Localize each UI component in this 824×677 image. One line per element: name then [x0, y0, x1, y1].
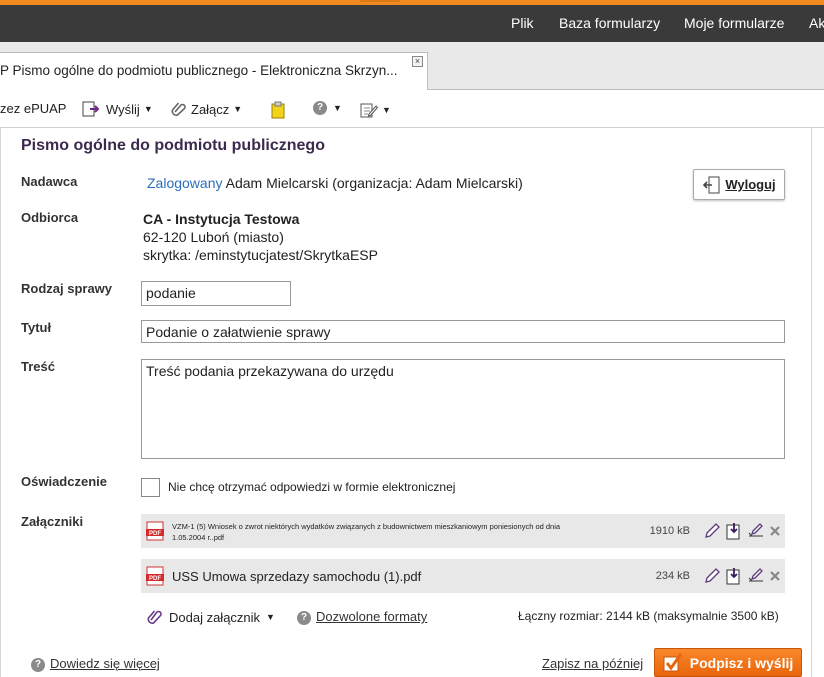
- recipient-name: CA - Instytucja Testowa: [143, 211, 300, 227]
- menu-form-database[interactable]: Baza formularzy: [559, 15, 660, 31]
- total-size: Łączny rozmiar: 2144 kB (maksymalnie 350…: [518, 609, 779, 623]
- clipboard-icon: [271, 101, 285, 119]
- title-label: Tytuł: [21, 320, 52, 335]
- sign-icon[interactable]: [747, 567, 765, 585]
- attachments-label: Załączniki: [21, 514, 84, 529]
- send-button[interactable]: Wyślij ▼: [82, 101, 153, 117]
- checkbox-check-icon: [663, 652, 682, 671]
- pdf-icon: PDF: [146, 521, 164, 541]
- allowed-formats-link[interactable]: ? Dozwolone formaty: [297, 609, 427, 625]
- attachment-name-line1: VZM-1 (5) Wniosek o zwrot niektórych wyd…: [172, 522, 561, 531]
- logout-door-icon: [703, 176, 720, 193]
- title-input[interactable]: Podanie o załatwienie sprawy: [141, 320, 785, 343]
- recipient-city: 62-120 Luboń (miasto): [143, 229, 284, 245]
- content-textarea[interactable]: Treść podania przekazywana do urzędu: [141, 359, 785, 459]
- clipboard-button[interactable]: [270, 101, 286, 119]
- edit-pencil-icon[interactable]: [703, 567, 721, 585]
- page-title: Pismo ogólne do podmiotu publicznego: [21, 137, 325, 154]
- toolbar: zez ePUAP Wyślij ▼ Załącz ▼ ? ▼ ▼: [0, 90, 824, 128]
- chevron-down-icon: ▼: [233, 104, 243, 114]
- edit-pencil-icon[interactable]: [703, 522, 721, 540]
- content-label: Treść: [21, 359, 55, 374]
- attachment-item: PDF VZM-1 (5) Wniosek o zwrot niektórych…: [141, 514, 785, 548]
- document-edit-icon: [360, 103, 378, 118]
- help-icon: ?: [297, 610, 311, 625]
- help-icon: ?: [31, 657, 45, 672]
- sender-label: Nadawca: [21, 174, 78, 189]
- attachment-size: 1910 kB: [649, 525, 690, 537]
- no-electronic-reply-checkbox[interactable]: [141, 478, 160, 497]
- tab-title: P Pismo ogólne do podmiotu publicznego -…: [0, 63, 398, 78]
- logged-in-link[interactable]: Zalogowany: [147, 175, 223, 191]
- send-icon: [82, 101, 100, 117]
- case-type-input[interactable]: podanie: [141, 281, 291, 306]
- delete-x-icon[interactable]: [769, 525, 781, 537]
- edit-menu-button[interactable]: ▼: [360, 101, 391, 119]
- attachment-item: PDF USS Umowa sprzedazy samochodu (1).pd…: [141, 559, 785, 593]
- declaration-label: Oświadczenie: [21, 474, 107, 489]
- case-type-label: Rodzaj sprawy: [21, 281, 113, 296]
- pdf-icon: PDF: [146, 566, 164, 586]
- chevron-down-icon: ▼: [266, 612, 275, 622]
- logout-button[interactable]: Wyloguj: [693, 169, 785, 200]
- menu-file[interactable]: Plik: [511, 15, 534, 31]
- help-menu-button[interactable]: ? ▼: [313, 101, 342, 115]
- sender-name: Adam Mielcarski (organizacja: Adam Mielc…: [225, 175, 523, 191]
- declaration-text: Nie chcę otrzymać odpowiedzi w formie el…: [168, 480, 456, 494]
- recipient-box: skrytka: /eminstytucjatest/SkrytkaESP: [143, 247, 378, 263]
- menu-more[interactable]: Ak: [809, 15, 824, 31]
- sign-icon[interactable]: [747, 522, 765, 540]
- chevron-down-icon: ▼: [333, 103, 342, 113]
- svg-text:PDF: PDF: [149, 531, 161, 537]
- attachment-name-line2: 1.05.2004 r..pdf: [172, 533, 225, 542]
- sign-and-send-button[interactable]: Podpisz i wyślij: [654, 648, 802, 677]
- download-icon[interactable]: [725, 567, 743, 585]
- tab-bar: P Pismo ogólne do podmiotu publicznego -…: [0, 42, 824, 91]
- tab-close-icon[interactable]: ×: [412, 56, 423, 67]
- help-icon: ?: [313, 101, 327, 115]
- delete-x-icon[interactable]: [769, 570, 781, 582]
- attach-button[interactable]: Załącz ▼: [171, 101, 242, 117]
- paperclip-icon: [171, 102, 186, 116]
- menu-my-forms[interactable]: Moje formularze: [684, 15, 784, 31]
- chevron-down-icon: ▼: [382, 105, 391, 115]
- paperclip-icon: [147, 610, 162, 624]
- recipient-label: Odbiorca: [21, 210, 79, 225]
- menu-bar: Plik Baza formularzy Moje formularze Ak: [0, 5, 824, 42]
- learn-more-link[interactable]: ? Dowiedz się więcej: [31, 656, 160, 672]
- send-via-epuap-button[interactable]: zez ePUAP: [0, 101, 66, 116]
- attachment-size: 234 kB: [655, 570, 690, 582]
- attachment-name: USS Umowa sprzedazy samochodu (1).pdf: [172, 569, 422, 584]
- add-attachment-button[interactable]: Dodaj załącznik ▼: [147, 608, 275, 626]
- tab-document[interactable]: P Pismo ogólne do podmiotu publicznego -…: [0, 52, 428, 91]
- svg-text:PDF: PDF: [149, 576, 161, 582]
- chevron-down-icon: ▼: [143, 104, 153, 114]
- download-icon[interactable]: [725, 522, 743, 540]
- save-for-later-link[interactable]: Zapisz na później: [542, 656, 643, 671]
